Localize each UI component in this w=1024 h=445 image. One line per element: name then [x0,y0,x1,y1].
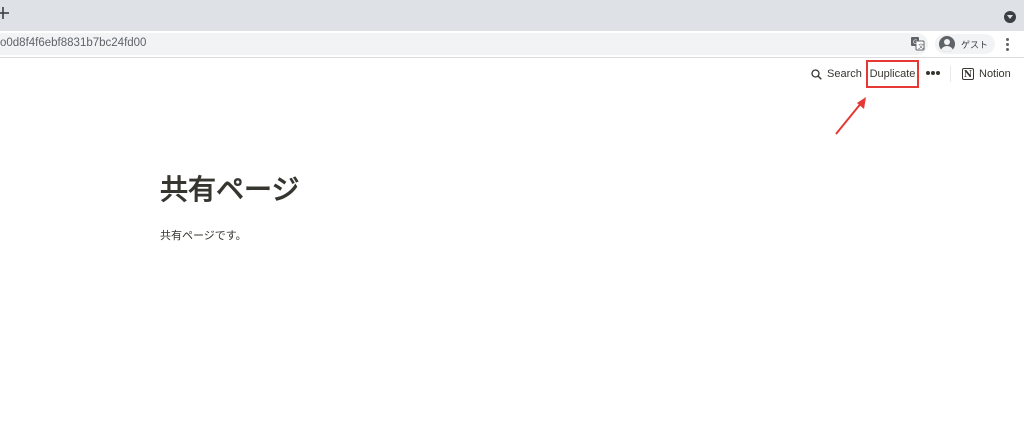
annotation-arrow-icon [835,97,866,135]
notion-link-button[interactable]: N Notion [962,65,1011,83]
duplicate-label: Duplicate [869,68,916,80]
browser-menu-icon[interactable] [1006,38,1010,51]
page-body-text[interactable]: 共有ページです。 [160,227,247,243]
notion-label: Notion [979,68,1011,80]
address-bar[interactable]: o0d8f4f6ebf8831b7bc24fd00 [0,33,928,55]
translate-icon[interactable]: G 文 [910,36,925,51]
profile-label: ゲスト [961,41,989,51]
search-label: Search [827,68,862,80]
notion-logo-icon: N [962,68,974,80]
browser-tab-strip [0,0,1024,31]
profile-button[interactable]: ゲスト [935,34,995,54]
search-button[interactable]: Search [811,65,862,83]
search-icon [811,68,822,80]
browser-toolbar: o0d8f4f6ebf8831b7bc24fd00 G 文 ゲスト [0,31,1024,58]
more-options-icon[interactable] [926,71,940,76]
tab-search-icon[interactable] [1004,11,1016,23]
duplicate-button[interactable]: Duplicate [866,60,919,88]
page-title: 共有ページ [160,173,300,206]
avatar-icon [939,36,955,52]
notion-topbar: Search Duplicate N Notion [0,57,1024,91]
svg-text:文: 文 [918,43,924,51]
topbar-divider [950,66,951,82]
new-tab-icon[interactable] [0,6,10,20]
address-bar-url[interactable]: o0d8f4f6ebf8831b7bc24fd00 [0,37,146,49]
